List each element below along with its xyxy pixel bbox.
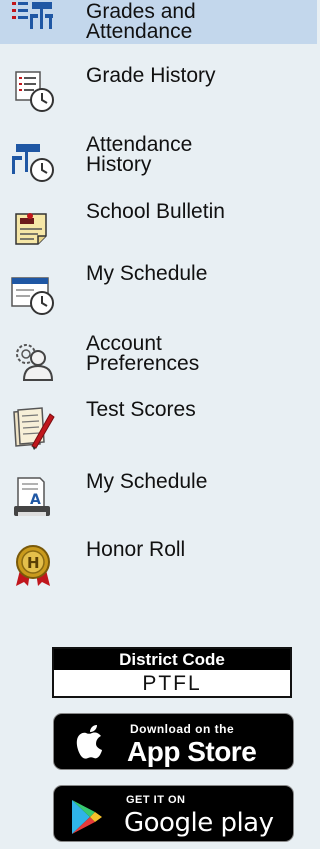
nav-label-line: Attendance — [86, 133, 193, 156]
svg-text:H: H — [27, 554, 40, 572]
account-preferences-icon — [8, 338, 58, 386]
test-scores-icon — [8, 402, 58, 450]
nav-label-line: School Bulletin — [86, 200, 225, 223]
app-store-small-text: Download on the — [130, 722, 235, 736]
nav-label-line: Test Scores — [86, 398, 196, 421]
nav-label-line: Attendance — [86, 20, 193, 43]
google-play-badge[interactable]: GET IT ON Google play — [53, 785, 294, 842]
app-store-badge[interactable]: Download on the App Store — [53, 713, 294, 770]
nav-item-account-preferences[interactable]: Account Preferences — [0, 330, 317, 390]
nav-item-my-schedule[interactable]: My Schedule — [0, 262, 317, 322]
nav-item-my-schedule-print[interactable]: A My Schedule — [0, 466, 317, 526]
nav-item-school-bulletin[interactable]: School Bulletin — [0, 196, 317, 252]
nav-label-line: My Schedule — [86, 262, 208, 285]
app-store-big-text: App Store — [127, 736, 257, 767]
grade-history-icon — [8, 66, 58, 114]
nav-label-line: Honor Roll — [86, 538, 186, 561]
district-code-value: PTFL — [142, 672, 202, 695]
print-schedule-icon: A — [8, 472, 58, 520]
nav-item-grade-history[interactable]: Grade History — [0, 60, 317, 116]
nav-label-line: History — [86, 153, 152, 176]
grades-attendance-icon — [8, 0, 58, 40]
nav-label-line: Account — [86, 332, 162, 355]
bulletin-icon — [8, 204, 58, 252]
honor-roll-medal-icon: H — [8, 540, 58, 588]
nav-item-honor-roll[interactable]: H Honor Roll — [0, 534, 317, 594]
attendance-history-icon — [8, 138, 58, 186]
schedule-icon — [8, 270, 58, 318]
nav-item-grades-attendance[interactable]: Grades and Attendance — [0, 0, 317, 44]
nav-label-line: Grade History — [86, 64, 216, 87]
nav-label-line: My Schedule — [86, 470, 208, 493]
google-play-icon — [68, 798, 106, 836]
nav-item-attendance-history[interactable]: Attendance History — [0, 130, 317, 188]
nav-label-line: Grades and — [86, 0, 196, 23]
google-play-big-text: Google play — [124, 808, 274, 838]
svg-text:A: A — [30, 492, 41, 508]
apple-icon — [70, 724, 108, 762]
district-code-box: District Code PTFL — [52, 647, 292, 698]
google-play-small-text: GET IT ON — [126, 794, 186, 806]
nav-item-test-scores[interactable]: Test Scores — [0, 396, 317, 456]
nav-label-line: Preferences — [86, 352, 200, 375]
district-code-title: District Code — [54, 649, 290, 670]
